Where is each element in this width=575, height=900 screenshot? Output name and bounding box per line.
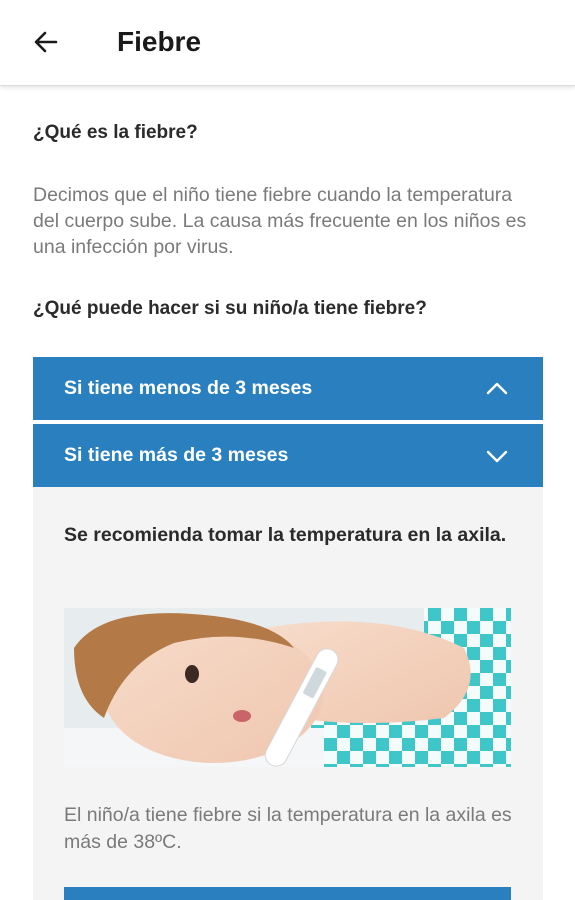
chevron-down-icon — [486, 450, 508, 463]
question-what-is-fever: ¿Qué es la fiebre? — [33, 122, 198, 143]
fever-threshold-text: El niño/a tiene fiebre si la temperatura… — [64, 804, 512, 853]
back-button[interactable] — [26, 22, 66, 62]
app-bar: Fiebre — [0, 0, 575, 86]
next-section-bar[interactable] — [64, 887, 511, 900]
page-title: Fiebre — [117, 26, 202, 57]
arrow-left-icon — [34, 31, 58, 53]
accordion-label: Si tiene más de 3 meses — [64, 444, 289, 466]
recommendation-text: Se recomienda tomar la temperatura en la… — [64, 524, 507, 546]
baby-thermometer-photo — [64, 608, 511, 767]
intro-text: Decimos que el niño tiene fiebre cuando … — [33, 184, 527, 258]
accordion-under-3-months[interactable]: Si tiene menos de 3 meses — [33, 357, 543, 420]
accordion-panel-over-3-months: Se recomienda tomar la temperatura en la… — [33, 487, 543, 900]
chevron-up-icon — [486, 382, 508, 395]
question-what-to-do: ¿Qué puede hacer si su niño/a tiene fieb… — [33, 298, 427, 319]
accordion-label: Si tiene menos de 3 meses — [64, 377, 313, 399]
accordion-over-3-months[interactable]: Si tiene más de 3 meses — [33, 424, 543, 487]
content-area[interactable]: ¿Qué es la fiebre? Decimos que el niño t… — [0, 86, 575, 900]
